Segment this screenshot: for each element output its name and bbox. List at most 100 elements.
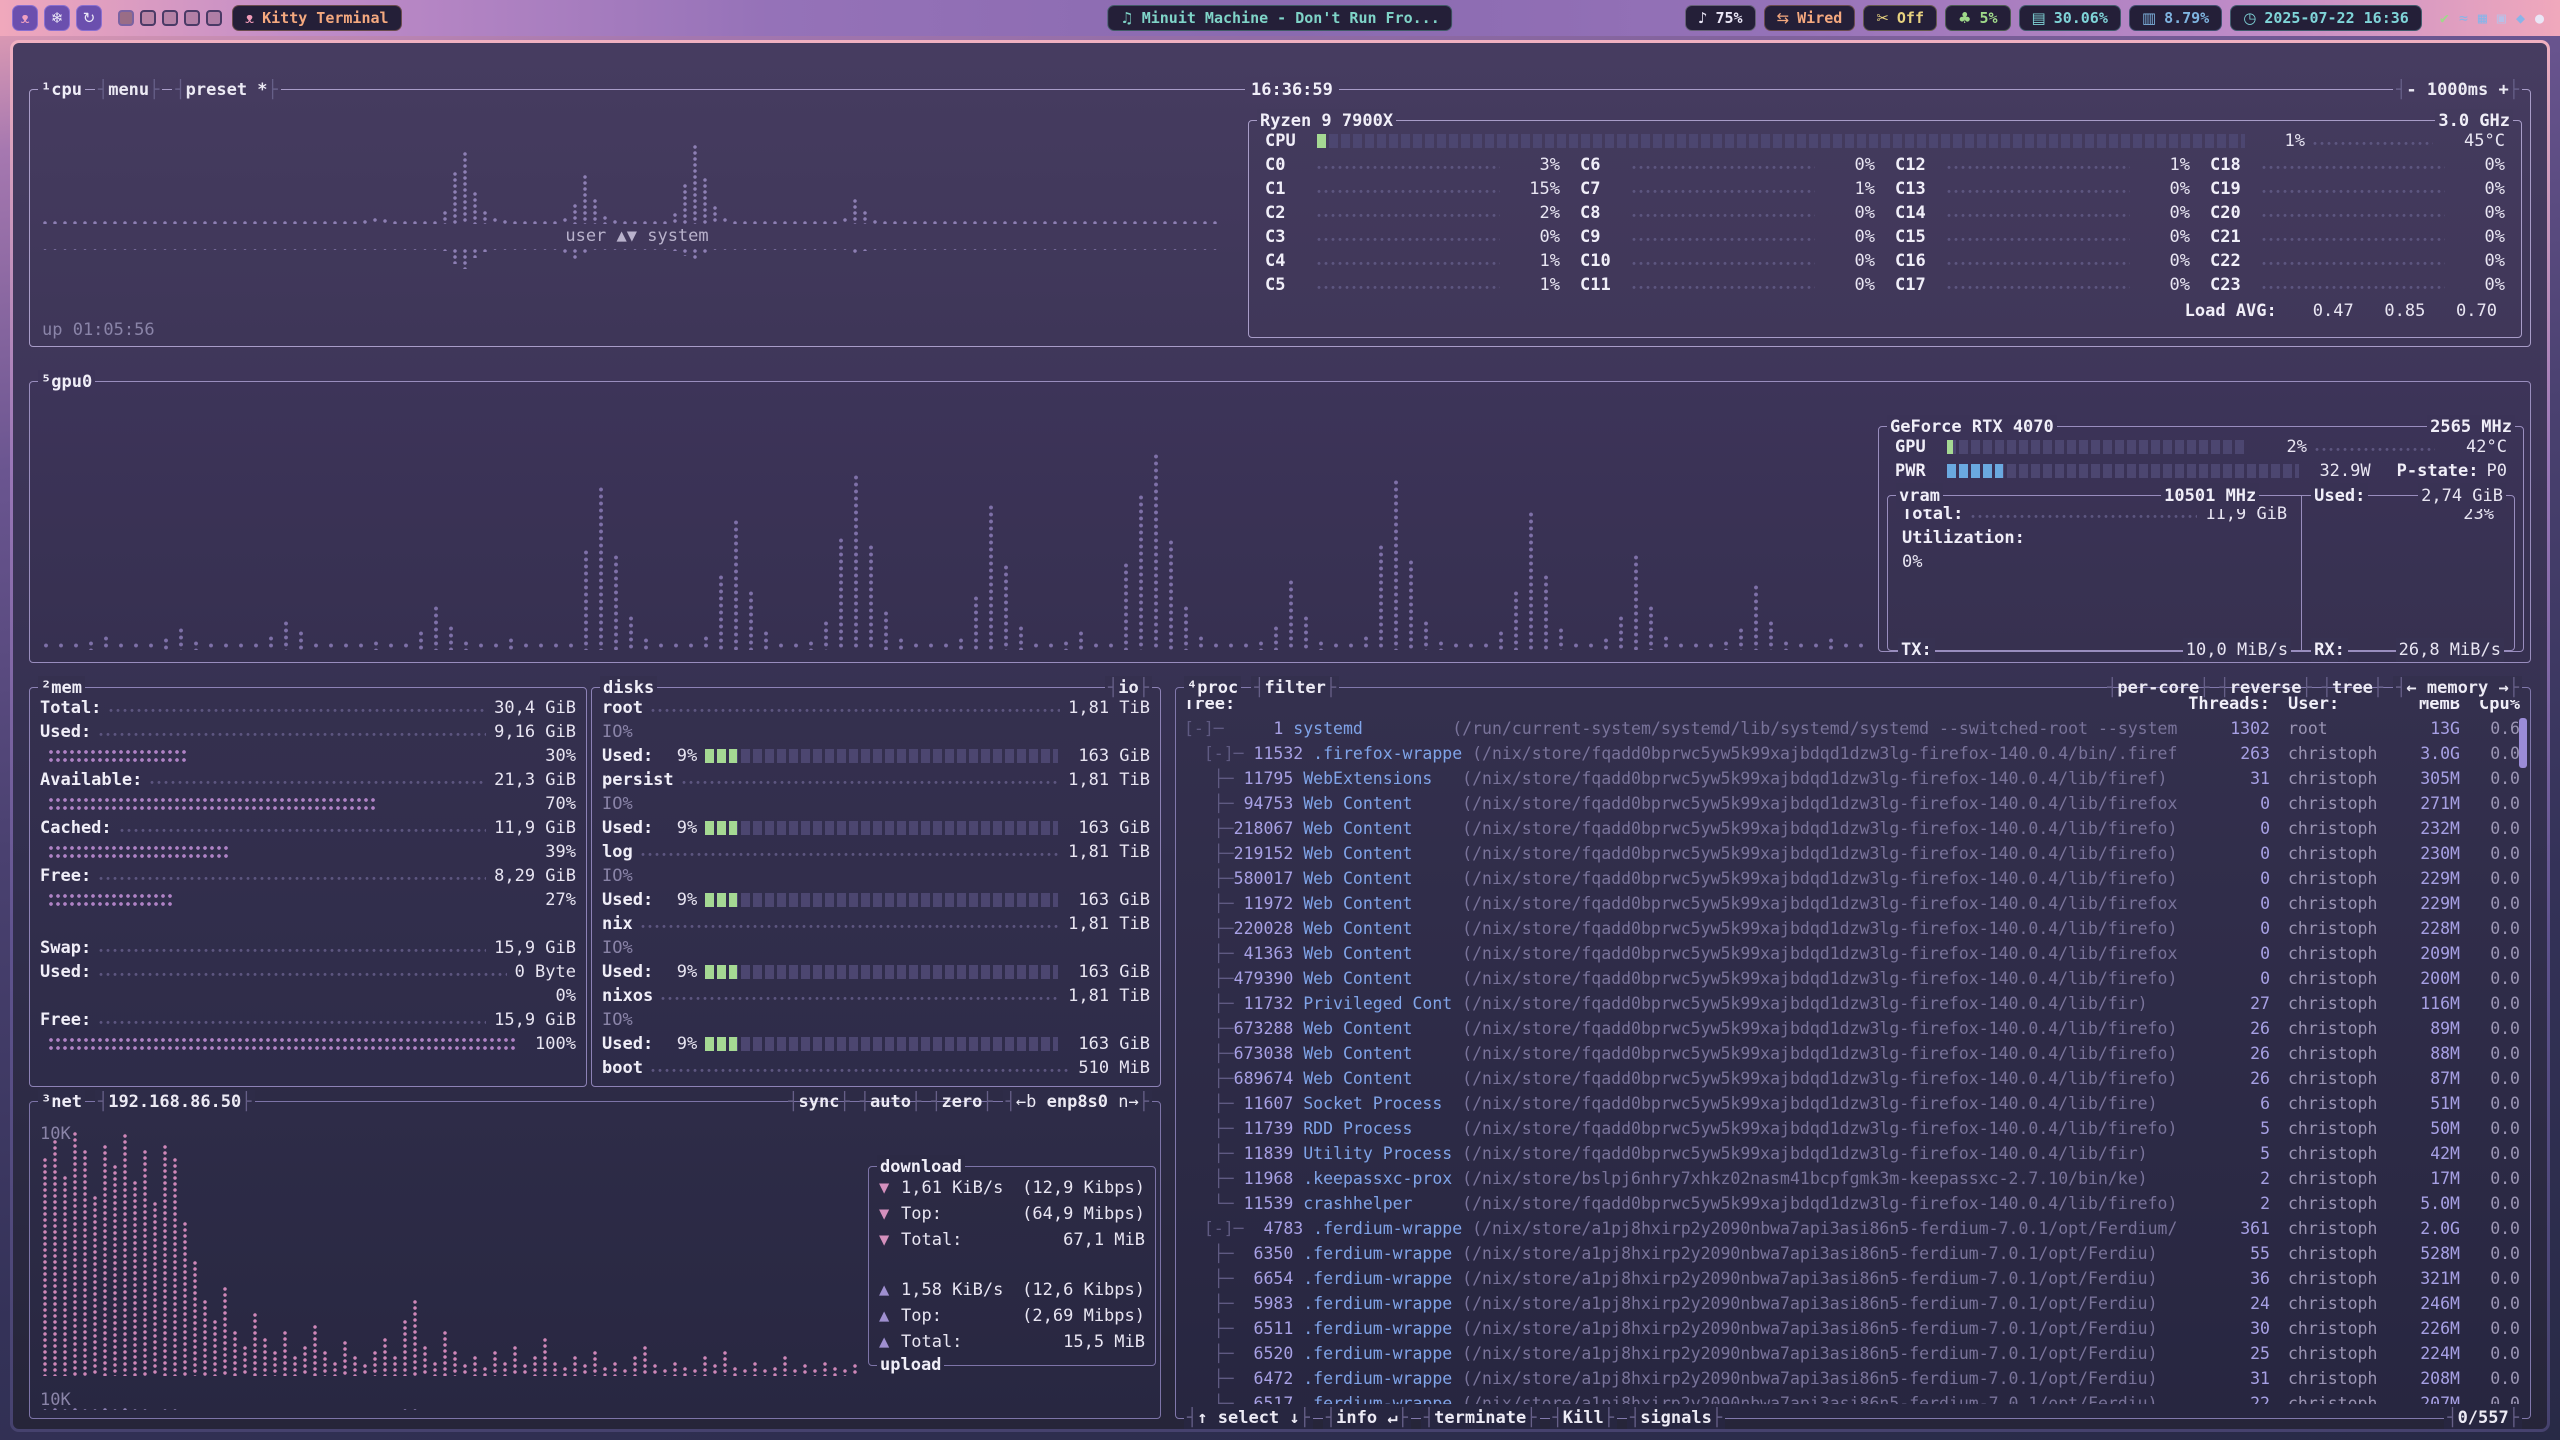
interval-control[interactable]: ┤- 1000ms +├ — [2393, 78, 2522, 102]
wave-tray-icon[interactable]: ≈ — [2459, 6, 2468, 30]
proc-option-tree[interactable]: ┤tree├ — [2322, 676, 2383, 700]
process-memory: 321M — [2382, 1266, 2460, 1291]
process-row[interactable]: ├─689674 Web Content (/nix/store/fqadd0b… — [1184, 1066, 2520, 1091]
process-user: christoph — [2270, 941, 2382, 966]
select-button[interactable]: ┤↑ select ↓├ — [1184, 1406, 1313, 1429]
process-row[interactable]: ├─ 6517 .ferdium-wrappe (/nix/store/a1pj… — [1184, 1391, 2520, 1404]
process-tree-prefix: ├─ — [1184, 1116, 1234, 1141]
net-rows: ▼1,61 KiB/s(12,9 Kibps)▼Top:(64,9 Mibps)… — [871, 1175, 1153, 1355]
process-row[interactable]: ├─ 11972 Web Content (/nix/store/fqadd0b… — [1184, 891, 2520, 916]
active-window-title[interactable]: ᴥ Kitty Terminal — [232, 5, 402, 31]
workspace-5[interactable] — [206, 10, 222, 26]
process-command: (/nix/store/fqadd0bprwc5yw5k99xajbdqd1dz… — [1462, 1091, 2157, 1116]
system-tray: ✔ ≈ ▦ ▣ ◆ ● — [2432, 6, 2548, 30]
process-row[interactable]: ├─ 11732 Privileged Cont (/nix/store/fqa… — [1184, 991, 2520, 1016]
core-usage: 1% — [1508, 249, 1560, 273]
process-row[interactable]: ├─673288 Web Content (/nix/store/fqadd0b… — [1184, 1016, 2520, 1041]
filter-button[interactable]: ┤filter├ — [1251, 676, 1339, 700]
terminate-button[interactable]: ┤terminate├ — [1421, 1406, 1540, 1429]
core-usage: 0% — [2453, 249, 2505, 273]
process-row[interactable]: ├─ 6511 .ferdium-wrappe (/nix/store/a1pj… — [1184, 1316, 2520, 1341]
process-row[interactable]: ├─220028 Web Content (/nix/store/fqadd0b… — [1184, 916, 2520, 941]
process-row[interactable]: ├─479390 Web Content (/nix/store/fqadd0b… — [1184, 966, 2520, 991]
disk-used-row: Used:9%163 GiB — [592, 816, 1160, 840]
workspace-1[interactable] — [118, 10, 134, 26]
media-player[interactable]: ♫ Minuit Machine - Don't Run Fro... — [1107, 5, 1452, 31]
process-row[interactable]: ├─ 11968 .keepassxc-prox (/nix/store/bsl… — [1184, 1166, 2520, 1191]
process-row[interactable]: ├─ 41363 Web Content (/nix/store/fqadd0b… — [1184, 941, 2520, 966]
grid-tray-icon[interactable]: ▦ — [2478, 6, 2487, 30]
workspace-2[interactable] — [140, 10, 156, 26]
process-scrollbar[interactable] — [2519, 718, 2527, 768]
process-row[interactable]: ├─218067 Web Content (/nix/store/fqadd0b… — [1184, 816, 2520, 841]
disk-used-label: Used: — [602, 816, 653, 840]
upload-stat-row: ▲1,58 KiB/s(12,6 Kibps) — [871, 1277, 1153, 1303]
gpu-usage-graph — [42, 398, 1870, 650]
process-row[interactable]: ├─ 94753 Web Content (/nix/store/fqadd0b… — [1184, 791, 2520, 816]
disk-used-pct: 9% — [653, 1032, 697, 1056]
network-module[interactable]: ⇆Wired — [1764, 5, 1856, 31]
sort-column-selector[interactable]: ┤← memory →├ — [2393, 676, 2522, 700]
memory-stat-label: Used: — [40, 960, 91, 984]
proc-options: ┤per-core├ ┤reverse├ ┤tree├ — [2107, 676, 2383, 700]
disk-module[interactable]: ▥8.79% — [2129, 5, 2222, 31]
process-memory: 50M — [2382, 1116, 2460, 1141]
idle-module[interactable]: ✂Off — [1863, 5, 1937, 31]
core-usage: 1% — [1823, 177, 1875, 201]
process-row[interactable]: ├─ 6472 .ferdium-wrappe (/nix/store/a1pj… — [1184, 1366, 2520, 1391]
process-row[interactable]: ├─580017 Web Content (/nix/store/fqadd0b… — [1184, 866, 2520, 891]
bluetooth-tray-icon[interactable]: ◆ — [2516, 6, 2525, 30]
vram-utilization-pct: 0% — [1892, 550, 2297, 574]
process-row[interactable]: ├─ 5983 .ferdium-wrappe (/nix/store/a1pj… — [1184, 1291, 2520, 1316]
process-row[interactable]: ├─ 6654 .ferdium-wrappe (/nix/store/a1pj… — [1184, 1266, 2520, 1291]
process-row[interactable]: ├─ 11795 WebExtensions (/nix/store/fqadd… — [1184, 766, 2520, 791]
process-row[interactable]: [-]─ 11532 .firefox-wrappe (/nix/store/f… — [1184, 741, 2520, 766]
core-usage: 0% — [2453, 201, 2505, 225]
memory-stat-row: Used:0 Byte — [30, 960, 586, 984]
net-auto-toggle[interactable]: ┤auto├ — [860, 1090, 921, 1114]
process-row[interactable]: ├─219152 Web Content (/nix/store/fqadd0b… — [1184, 841, 2520, 866]
check-tray-icon[interactable]: ✔ — [2440, 6, 2449, 30]
net-zero-toggle[interactable]: ┤zero├ — [931, 1090, 992, 1114]
net-next-iface-button[interactable]: n→ — [1108, 1090, 1139, 1114]
nix-launcher[interactable]: ❄ — [44, 5, 70, 31]
process-tree-prefix: └─ — [1184, 1191, 1234, 1216]
process-row[interactable]: ├─673038 Web Content (/nix/store/fqadd0b… — [1184, 1041, 2520, 1066]
memory-module[interactable]: ▤30.06% — [2019, 5, 2121, 31]
process-row[interactable]: ├─ 6520 .ferdium-wrappe (/nix/store/a1pj… — [1184, 1341, 2520, 1366]
io-mode-toggle[interactable]: ┤io├ — [1105, 676, 1152, 700]
cpu-core-cell: C22% — [1255, 201, 1570, 225]
process-row[interactable]: [-]─ 4783 .ferdium-wrappe (/nix/store/a1… — [1184, 1216, 2520, 1241]
menu-button[interactable]: ┤menu├ — [95, 78, 162, 102]
process-threads: 0 — [2180, 941, 2270, 966]
process-pid: 11539 — [1234, 1191, 1304, 1216]
process-row[interactable]: [-]─ 1 systemd (/run/current-system/syst… — [1184, 716, 2520, 741]
process-row[interactable]: ├─ 6350 .ferdium-wrappe (/nix/store/a1pj… — [1184, 1241, 2520, 1266]
download-arrow-icon: ▼ — [879, 1228, 901, 1252]
process-tree-prefix: ├─ — [1184, 841, 1234, 866]
process-row[interactable]: ├─ 11607 Socket Process (/nix/store/fqad… — [1184, 1091, 2520, 1116]
reload-button[interactable]: ↻ — [76, 5, 102, 31]
workspace-4[interactable] — [184, 10, 200, 26]
kill-button[interactable]: ┤Kill├ — [1550, 1406, 1617, 1429]
bell-tray-icon[interactable]: ● — [2535, 6, 2544, 30]
display-tray-icon[interactable]: ▣ — [2497, 6, 2506, 30]
workspace-3[interactable] — [162, 10, 178, 26]
net-sync-toggle[interactable]: ┤sync├ — [788, 1090, 849, 1114]
info-button[interactable]: ┤info ↵├ — [1323, 1406, 1411, 1429]
net-prev-iface-button[interactable]: ←b — [1016, 1090, 1047, 1114]
process-row[interactable]: ├─ 11739 RDD Process (/nix/store/fqadd0b… — [1184, 1116, 2520, 1141]
kitty-launcher[interactable]: ᴥ — [12, 5, 38, 31]
process-row[interactable]: └─ 11539 crashhelper (/nix/store/fqadd0b… — [1184, 1191, 2520, 1216]
proc-option-reverse[interactable]: ┤reverse├ — [2220, 676, 2312, 700]
signals-button[interactable]: ┤signals├ — [1627, 1406, 1725, 1429]
clock-module[interactable]: ◷2025-07-22 16:36 — [2230, 5, 2422, 31]
volume-module[interactable]: ♪75% — [1685, 5, 1756, 31]
net-interface-switcher[interactable]: ┤←b enp8s0 n→├ — [1003, 1090, 1152, 1114]
cpu-module[interactable]: ♣5% — [1945, 5, 2011, 31]
memory-stat-row: Available:21,3 GiB — [30, 768, 586, 792]
process-memory: 246M — [2382, 1291, 2460, 1316]
preset-button[interactable]: ┤preset *├ — [172, 78, 280, 102]
proc-option-per-core[interactable]: ┤per-core├ — [2107, 676, 2209, 700]
process-row[interactable]: ├─ 11839 Utility Process (/nix/store/fqa… — [1184, 1141, 2520, 1166]
